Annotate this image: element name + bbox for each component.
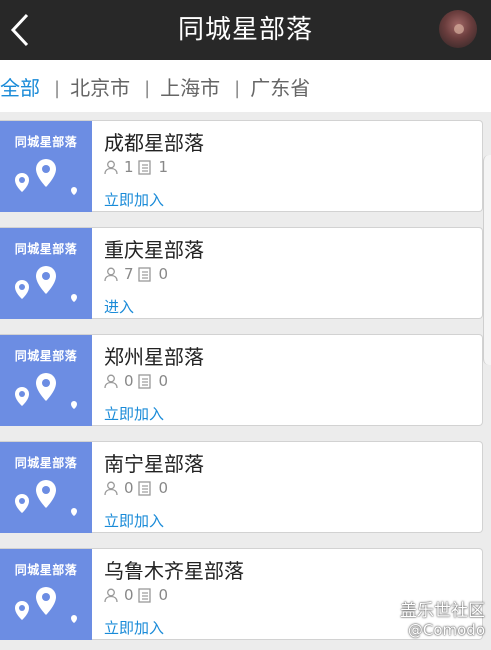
tribe-name: 郑州星部落 <box>104 345 204 369</box>
post-count: 0 <box>158 586 169 604</box>
tribe-stats: 0 0 <box>104 372 172 390</box>
watermark-line-1: 盖乐世社区 <box>400 601 485 621</box>
tab-all[interactable]: 全部 <box>0 72 40 101</box>
post-count: 0 <box>158 479 169 497</box>
tribe-name: 乌鲁木齐星部落 <box>104 559 244 583</box>
document-icon <box>137 373 151 389</box>
watermark: 盖乐世社区 @Comodo <box>400 596 485 639</box>
join-button[interactable]: 立即加入 <box>104 189 164 210</box>
region-tabs: 全部 | 北京市 | 上海市 | 广东省 <box>0 60 491 112</box>
map-pin-icon <box>15 373 77 409</box>
document-icon <box>137 266 151 282</box>
person-icon <box>104 267 118 281</box>
member-count: 0 <box>124 372 134 390</box>
person-icon <box>104 160 118 174</box>
join-button[interactable]: 立即加入 <box>104 510 164 531</box>
page-title: 同城星部落 <box>177 15 313 45</box>
join-button[interactable]: 立即加入 <box>104 403 164 424</box>
tribe-thumbnail[interactable]: 同城星部落 <box>0 335 92 426</box>
document-icon <box>137 587 151 603</box>
tribe-name: 重庆星部落 <box>104 238 204 262</box>
top-bar: 同城星部落 <box>0 0 491 60</box>
map-pin-icon <box>15 266 77 302</box>
list-item: 同城星部落 成都星部落 1 1 立即加入 <box>0 120 483 212</box>
tribe-thumbnail[interactable]: 同城星部落 <box>0 228 92 319</box>
tribe-stats: 0 0 <box>104 586 172 604</box>
chevron-left-icon <box>10 13 29 47</box>
post-count: 0 <box>158 372 169 390</box>
map-pin-icon <box>15 159 77 195</box>
join-button[interactable]: 立即加入 <box>104 617 164 638</box>
member-count: 0 <box>124 479 134 497</box>
post-count: 0 <box>158 265 169 283</box>
tribe-thumbnail[interactable]: 同城星部落 <box>0 121 92 212</box>
person-icon <box>104 374 118 388</box>
avatar[interactable] <box>439 10 477 48</box>
tab-shanghai[interactable]: 上海市 <box>160 72 220 101</box>
map-pin-icon <box>15 587 77 623</box>
person-icon <box>104 481 118 495</box>
tribe-stats: 0 0 <box>104 479 172 497</box>
watermark-line-2: @Comodo <box>407 621 485 639</box>
list-item: 同城星部落 郑州星部落 0 0 立即加入 <box>0 334 483 426</box>
member-count: 0 <box>124 586 134 604</box>
tribe-stats: 1 1 <box>104 158 172 176</box>
document-icon <box>137 480 151 496</box>
tab-separator: | <box>144 77 151 99</box>
list-item: 同城星部落 南宁星部落 0 0 立即加入 <box>0 441 483 533</box>
post-count: 1 <box>158 158 169 176</box>
member-count: 1 <box>124 158 134 176</box>
enter-button[interactable]: 进入 <box>104 296 134 317</box>
tribe-name: 南宁星部落 <box>104 452 204 476</box>
tab-guangdong[interactable]: 广东省 <box>250 72 310 101</box>
map-pin-icon <box>15 480 77 516</box>
document-icon <box>137 159 151 175</box>
back-button[interactable] <box>0 0 40 60</box>
list-item: 同城星部落 重庆星部落 7 0 进入 <box>0 227 483 319</box>
tab-separator: | <box>54 77 61 99</box>
tab-separator: | <box>234 77 241 99</box>
scroll-edge <box>483 155 491 365</box>
person-icon <box>104 588 118 602</box>
tribe-thumbnail[interactable]: 同城星部落 <box>0 549 92 640</box>
tab-beijing[interactable]: 北京市 <box>70 72 130 101</box>
tribe-stats: 7 0 <box>104 265 172 283</box>
member-count: 7 <box>124 265 134 283</box>
tribe-name: 成都星部落 <box>104 131 204 155</box>
tribe-thumbnail[interactable]: 同城星部落 <box>0 442 92 533</box>
